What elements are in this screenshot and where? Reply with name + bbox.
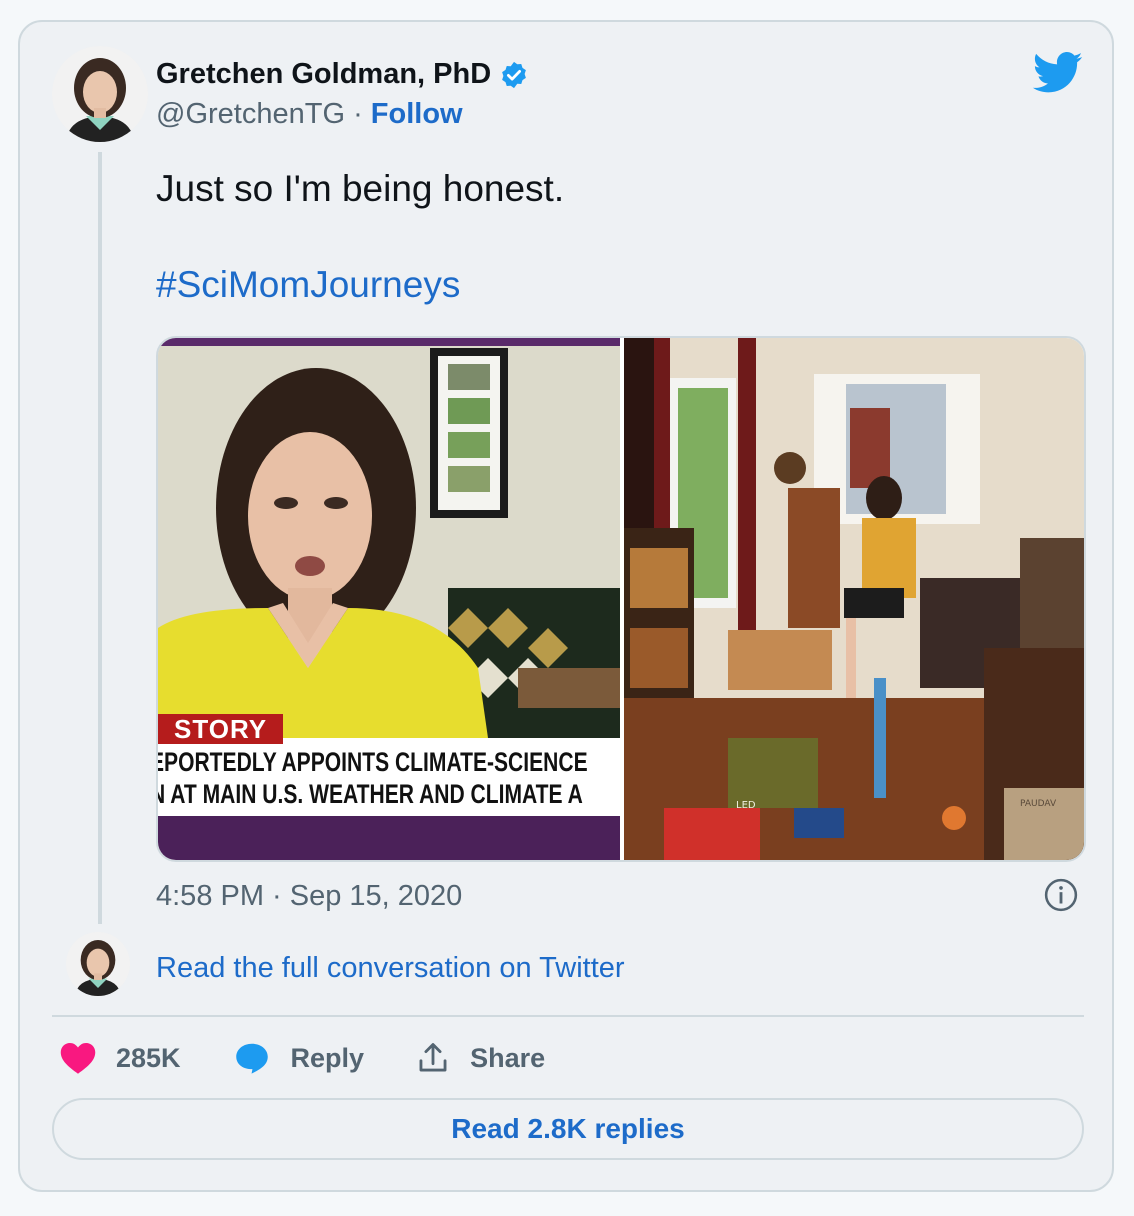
thread-line: [98, 152, 102, 924]
chyron-line-2: N AT MAIN U.S. WEATHER AND CLIMATE A: [158, 779, 583, 809]
reply-label: Reply: [290, 1042, 365, 1073]
follow-link[interactable]: Follow: [371, 98, 463, 130]
like-count: 285K: [116, 1042, 181, 1073]
reply-bubble-icon: [235, 1043, 268, 1074]
chyron-line-1: EPORTEDLY APPOINTS CLIMATE-SCIENCE: [158, 747, 588, 777]
separator-dot: ·: [353, 98, 363, 130]
share-button[interactable]: Share: [416, 1041, 545, 1075]
author-handle[interactable]: @GretchenTG: [156, 98, 345, 130]
info-icon[interactable]: [1044, 878, 1078, 912]
read-conversation-link[interactable]: Read the full conversation on Twitter: [156, 952, 625, 985]
tweet-embed-card: Gretchen Goldman, PhD @GretchenTG · Foll…: [18, 20, 1114, 1192]
news-chyron-text: EPORTEDLY APPOINTS CLIMATE-SCIENCE N AT …: [158, 746, 620, 816]
reply-button[interactable]: Reply: [233, 1040, 365, 1076]
author-handle-row: @GretchenTG · Follow: [156, 98, 463, 131]
author-name[interactable]: Gretchen Goldman, PhD: [156, 58, 529, 91]
heart-icon: [60, 1043, 96, 1074]
tweet-timestamp[interactable]: 4:58 PM · Sep 15, 2020: [156, 880, 462, 913]
action-bar: 285K Reply Share: [60, 1040, 597, 1076]
read-replies-button[interactable]: Read 2.8K replies: [52, 1098, 1084, 1160]
share-label: Share: [470, 1042, 546, 1073]
led-box-label: LED: [736, 800, 756, 811]
like-button[interactable]: 285K: [60, 1041, 181, 1075]
media-image-living-room[interactable]: LED PAUDAV: [624, 338, 1084, 860]
hashtag-link[interactable]: #SciMomJourneys: [156, 264, 460, 306]
author-avatar[interactable]: [52, 46, 148, 142]
tweet-media[interactable]: STORY EPORTEDLY APPOINTS CLIMATE-SCIENCE…: [156, 336, 1086, 862]
twitter-bird-icon[interactable]: [1032, 52, 1084, 94]
box-brand-label: PAUDAV: [1020, 799, 1057, 809]
tweet-text: Just so I'm being honest.: [156, 168, 565, 209]
verified-badge-icon: [502, 61, 527, 88]
author-name-text[interactable]: Gretchen Goldman, PhD: [156, 58, 491, 91]
divider: [52, 1015, 1084, 1017]
media-image-news-broadcast[interactable]: STORY EPORTEDLY APPOINTS CLIMATE-SCIENCE…: [158, 338, 620, 860]
conversation-avatar[interactable]: [66, 932, 130, 996]
share-icon: [419, 1043, 447, 1072]
news-chyron-tag: STORY: [158, 714, 284, 744]
